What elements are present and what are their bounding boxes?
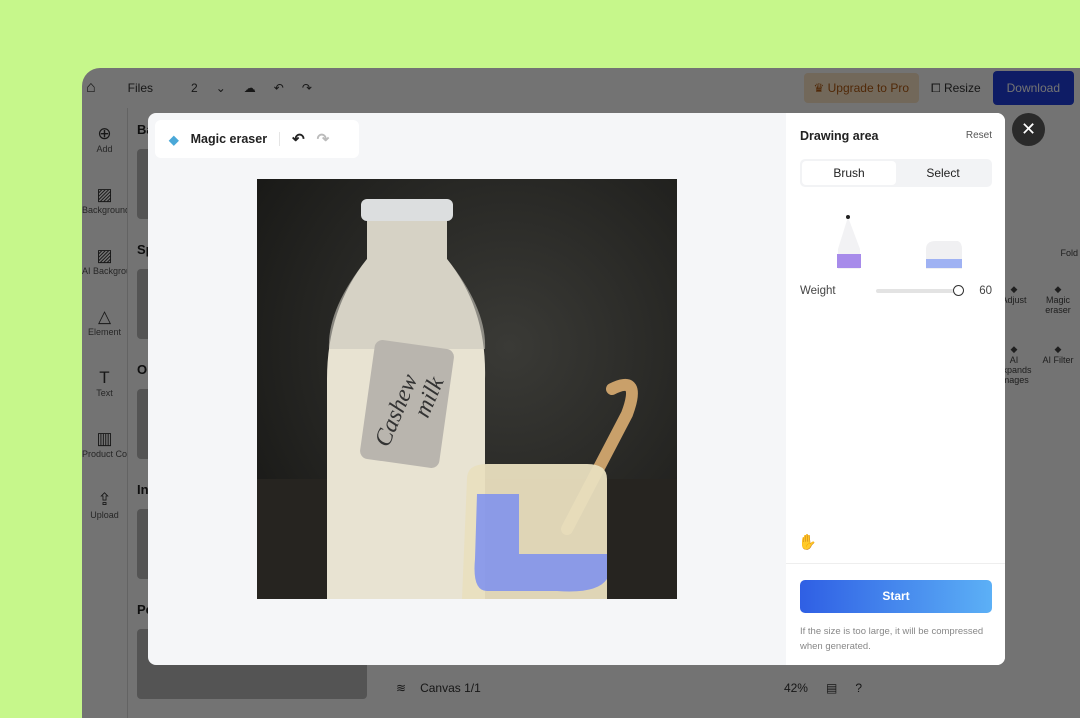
sidebar-item[interactable]: ⊕ Add <box>82 108 127 169</box>
section-title: In <box>137 482 149 497</box>
left-sidebar: ⊕Add▨Background▨AI Background△ElementTTe… <box>82 108 128 718</box>
sidebar-item[interactable]: ▨AI Background <box>82 230 127 291</box>
sidebar-item-label: Text <box>96 388 113 398</box>
size-note: If the size is too large, it will be com… <box>800 626 984 652</box>
sidebar-icon: ⇪ <box>97 490 112 509</box>
weight-value: 60 <box>979 285 992 297</box>
close-button[interactable]: ✕ <box>1012 113 1045 146</box>
sidebar-item-label: Add <box>96 144 113 154</box>
undo-icon[interactable]: ↶ <box>274 81 284 95</box>
sidebar-icon: ⊕ <box>97 124 112 143</box>
tool-icon: ◆ <box>1054 284 1062 294</box>
sidebar-item[interactable]: ▥Product Collage <box>82 413 127 474</box>
slider-handle[interactable] <box>953 285 965 296</box>
divider <box>279 132 281 146</box>
brush-color-swatch <box>837 254 861 268</box>
photo-canvas[interactable]: Cashewmilk <box>257 179 677 599</box>
page-count[interactable]: 2 <box>191 81 198 95</box>
sidebar-item[interactable]: ▨ Background <box>82 169 127 230</box>
tools-panel: Fold ◆ Adjust ◆ Magic eraser ◆ AI Expands Imag… <box>992 248 1080 404</box>
undo-button[interactable]: ↶ <box>292 130 305 148</box>
resize-button[interactable]: ⧠ Resize <box>931 81 981 96</box>
download-button[interactable]: Download <box>992 71 1074 105</box>
sidebar-icon: ▨ <box>96 185 113 204</box>
section-title: O <box>137 362 148 377</box>
sidebar-item-label: Element <box>87 327 122 337</box>
sidebar-item[interactable]: T Text <box>82 352 127 413</box>
upgrade-button[interactable]: ♛ Upgrade to Pro <box>803 73 919 103</box>
tool-label: Adjust <box>1001 295 1027 305</box>
layers-icon[interactable]: ≋ <box>396 681 406 695</box>
divider <box>786 563 1005 564</box>
sidebar-icon: △ <box>97 307 112 326</box>
sidebar-item-label: Product Collage <box>82 449 127 459</box>
upgrade-label: Upgrade to Pro <box>827 81 909 95</box>
tool-item[interactable]: ◆ AI Filter <box>1036 344 1080 404</box>
home-icon[interactable]: ⌂ <box>86 79 96 97</box>
sidebar-icon: ▨ <box>96 246 113 265</box>
brush-preview <box>837 215 962 269</box>
tool-title: Magic eraser <box>190 132 268 146</box>
chevron-down-icon[interactable]: ⌄ <box>216 81 226 95</box>
bottle-cap <box>361 199 453 221</box>
files-menu[interactable]: Files <box>128 81 153 95</box>
weight-label: Weight <box>800 285 836 297</box>
canvas-selector[interactable]: Canvas 1/1 <box>420 681 481 695</box>
tab-brush[interactable]: Brush <box>802 161 896 185</box>
zoom-level[interactable]: 42% <box>784 681 808 695</box>
tab-select[interactable]: Select <box>896 161 990 185</box>
tool-item[interactable]: ◆ Magic eraser <box>1036 284 1080 344</box>
weight-slider-row: Weight 60 <box>800 285 992 297</box>
mode-toggle: Brush Select <box>800 159 992 187</box>
panel-title: Drawing area <box>800 129 879 143</box>
magic-eraser-dialog: ◆ Magic eraser ↶ ↷ Cashewmilk Drawing ar… <box>148 113 1005 665</box>
sidebar-item[interactable]: △ Element <box>82 291 127 352</box>
top-bar: ⌂ Files 2 ⌄ ☁ ↶ ↷ ♛ Upgrade to Pro ⧠ Res… <box>82 68 1080 108</box>
redo-icon[interactable]: ↷ <box>302 81 312 95</box>
tool-label: AI Filter <box>1042 355 1074 365</box>
sidebar-item-label: Background <box>82 205 127 215</box>
tool-icon: ◆ <box>1054 344 1062 354</box>
resize-label: Resize <box>943 80 981 95</box>
fold-button[interactable]: Fold <box>992 248 1080 284</box>
sidebar-icon: ▥ <box>96 429 113 448</box>
eraser-toolbar: ◆ Magic eraser ↶ ↷ <box>155 120 359 158</box>
brush-tip <box>846 215 850 219</box>
help-button[interactable]: ? <box>855 681 862 695</box>
sidebar-item[interactable]: ⇪ Upload <box>82 474 127 535</box>
sidebar-item-label: Upload <box>90 510 119 520</box>
bottom-bar: ≋ Canvas 1/1 42% ▤ ? <box>382 668 882 708</box>
weight-slider[interactable] <box>875 285 965 296</box>
redo-button[interactable]: ↷ <box>317 130 330 148</box>
reset-button[interactable]: Reset <box>966 130 992 141</box>
tool-label: Magic eraser <box>1045 295 1071 315</box>
eraser-icon: ◆ <box>169 132 179 147</box>
sidebar-icon: T <box>99 368 110 387</box>
eraser-color-swatch <box>926 259 962 268</box>
cloud-icon[interactable]: ☁ <box>244 81 256 95</box>
sidebar-item-label: AI Background <box>82 266 127 276</box>
drawing-panel: Drawing area Reset Brush Select Weight 6… <box>786 113 1005 665</box>
notes-icon[interactable]: ▤ <box>826 681 837 695</box>
start-button[interactable]: Start <box>800 580 992 613</box>
hand-icon[interactable]: ✋ <box>798 533 817 551</box>
